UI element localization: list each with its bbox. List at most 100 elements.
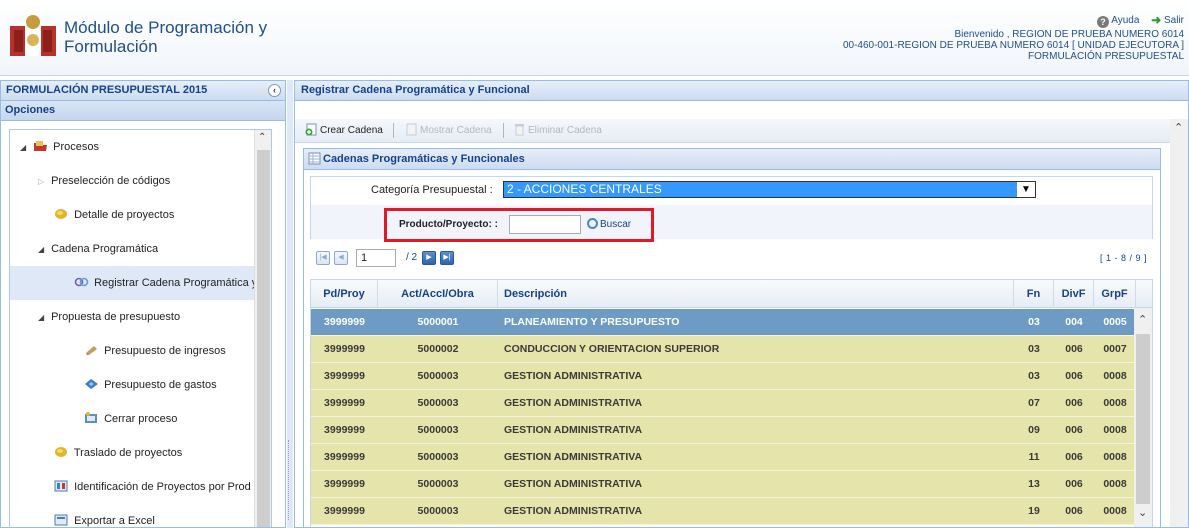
sidebar-item-propuesta-presupuesto[interactable]: ◢ Propuesta de presupuesto	[38, 300, 260, 334]
sidebar-item-presupuesto-ingresos[interactable]: Presupuesto de ingresos	[84, 334, 260, 368]
table-row[interactable]: 3999999 5000003 GESTION ADMINISTRATIVA 09 00…	[311, 417, 1136, 444]
cell-grp: 0008	[1103, 451, 1127, 463]
splitter-grip[interactable]	[288, 440, 291, 520]
cell-desc: CONDUCCION Y ORIENTACION SUPERIOR	[504, 343, 720, 355]
cell-fn: 03	[1028, 370, 1040, 382]
help-link[interactable]: ? Ayuda	[1097, 15, 1139, 28]
sidebar-item-cerrar-proceso[interactable]: Cerrar proceso	[84, 402, 260, 436]
expanded-arrow-icon[interactable]: ◢	[38, 301, 48, 335]
col-pd-proy[interactable]: Pd/Proy	[311, 280, 378, 308]
chains-panel: Cadenas Programáticas y Funcionales Cate…	[303, 148, 1161, 527]
collapse-sidebar-icon[interactable]: ‹	[268, 84, 281, 97]
trash-icon	[515, 124, 524, 136]
table-row[interactable]: 3999999 5000003 GESTION ADMINISTRATIVA 03 00…	[311, 363, 1136, 390]
options-title: Opciones	[1, 101, 285, 121]
last-page-icon[interactable]: ▶|	[440, 251, 454, 265]
table-row[interactable]: 3999999 5000001 PLANEAMIENTO Y PRESUPUESTO…	[311, 309, 1136, 336]
sidebar-item-detalle-proyectos[interactable]: Detalle de proyectos	[54, 198, 260, 232]
table-row[interactable]: 3999999 5000003 GESTION ADMINISTRATIVA 11 00…	[311, 444, 1136, 471]
sidebar-item-label: Propuesta de presupuesto	[51, 311, 181, 323]
prev-page-icon[interactable]: ◀	[334, 251, 348, 265]
sidebar-item-label: Detalle de proyectos	[74, 209, 175, 221]
sidebar-item-label: Procesos	[53, 141, 99, 153]
scroll-up-icon[interactable]: ⌃	[258, 132, 266, 143]
cell-div: 006	[1065, 397, 1083, 409]
sidebar-item-identificacion-proyectos[interactable]: Identificación de Proyectos por Prod	[54, 470, 260, 504]
cell-fn: 13	[1028, 478, 1040, 490]
product-input[interactable]	[509, 215, 581, 234]
search-highlight-box: Producto/Proyecto: : Buscar	[384, 208, 654, 242]
record-range: [ 1 - 8 / 9 ]	[1099, 253, 1147, 263]
sidebar-item-procesos[interactable]: ◢ Procesos	[20, 130, 260, 164]
main-scrollbar[interactable]: ⌃	[1170, 119, 1188, 527]
delete-chain-button[interactable]: Eliminar Cadena	[513, 123, 602, 138]
search-icon	[587, 218, 598, 229]
cell-desc: GESTION ADMINISTRATIVA	[504, 478, 643, 490]
sidebar-scrollbar[interactable]: ⌃	[254, 130, 271, 527]
chevron-down-icon[interactable]: ▼	[1018, 182, 1034, 197]
sidebar-item-preseleccion[interactable]: ▷ Preselección de códigos	[38, 164, 260, 198]
main-panel: Registrar Cadena Programática y Funciona…	[294, 80, 1189, 528]
sidebar-item-label: Cadena Programática	[51, 243, 159, 255]
sidebar-title-text: FORMULACIÓN PRESUPUESTAL 2015	[6, 84, 208, 96]
col-divf[interactable]: DivF	[1054, 280, 1094, 308]
chains-grid: Pd/Proy Act/AccI/Obra Descripción Fn Div…	[310, 279, 1153, 527]
search-label: Buscar	[600, 219, 632, 230]
sidebar-item-registrar-cadena[interactable]: Registrar Cadena Programática y	[10, 266, 257, 300]
cell-act: 5000003	[417, 424, 459, 436]
cell-div: 006	[1065, 478, 1083, 490]
table-row[interactable]: 3999999 5000003 GESTION ADMINISTRATIVA 13 00…	[311, 471, 1136, 498]
scrollbar-thumb[interactable]	[257, 150, 270, 527]
collapsed-arrow-icon[interactable]: ▷	[38, 165, 48, 199]
cell-pd: 3999999	[324, 397, 365, 409]
scrollbar-thumb[interactable]	[1136, 334, 1150, 504]
scroll-up-icon[interactable]: ⌃	[1138, 313, 1147, 326]
show-chain-label: Mostrar Cadena	[420, 125, 492, 136]
table-row[interactable]: 3999999 5000003 GESTION ADMINISTRATIVA 07 00…	[311, 390, 1136, 417]
show-chain-button[interactable]: Mostrar Cadena	[405, 123, 492, 138]
cell-desc: GESTION ADMINISTRATIVA	[504, 370, 643, 382]
cell-pd: 3999999	[324, 370, 365, 382]
col-grpf[interactable]: GrpF	[1094, 280, 1136, 308]
cell-div: 006	[1065, 424, 1083, 436]
page-total: / 2	[406, 252, 418, 263]
create-chain-label: Crear Cadena	[320, 125, 383, 136]
col-fn[interactable]: Fn	[1014, 280, 1054, 308]
scroll-down-icon[interactable]: ⌄	[1138, 506, 1147, 519]
document-icon	[55, 209, 67, 219]
expanded-arrow-icon[interactable]: ◢	[38, 233, 48, 267]
sidebar-item-presupuesto-gastos[interactable]: Presupuesto de gastos	[84, 368, 260, 402]
col-act[interactable]: Act/AccI/Obra	[378, 280, 498, 308]
col-descripcion[interactable]: Descripción	[498, 280, 1014, 308]
exit-link[interactable]: ➜ Salir	[1148, 14, 1184, 26]
category-selected-value: 2 - ACCIONES CENTRALES	[504, 182, 1017, 197]
toolbar-separator	[503, 123, 504, 138]
exit-icon: ➜	[1151, 13, 1162, 27]
welcome-text: Bienvenido , REGION DE PRUEBA NUMERO 601…	[954, 29, 1184, 40]
cell-act: 5000003	[417, 505, 459, 517]
page-input[interactable]: 1	[356, 249, 396, 267]
toolbar: Crear Cadena Mostrar Cadena Eliminar Cad…	[295, 119, 1170, 143]
category-select[interactable]: 2 - ACCIONES CENTRALES ▼	[503, 181, 1036, 198]
sidebar-item-exportar-excel[interactable]: Exportar a Excel	[54, 504, 260, 527]
cell-grp: 0008	[1103, 370, 1127, 382]
cell-fn: 03	[1028, 343, 1040, 355]
next-page-icon[interactable]: ▶	[422, 251, 436, 265]
table-row[interactable]: 3999999 5000003 GESTION ADMINISTRATIVA 19 00…	[311, 498, 1136, 525]
scroll-up-icon[interactable]: ⌃	[1174, 121, 1183, 134]
sidebar-title: FORMULACIÓN PRESUPUESTAL 2015 ‹	[1, 81, 285, 101]
cell-pd: 3999999	[324, 343, 365, 355]
add-icon	[305, 123, 317, 136]
first-page-icon[interactable]: |◀	[316, 251, 330, 265]
expanded-arrow-icon[interactable]: ◢	[20, 131, 30, 165]
panel-splitter[interactable]	[287, 80, 293, 528]
cell-desc: GESTION ADMINISTRATIVA	[504, 397, 643, 409]
sidebar-item-traslado-proyectos[interactable]: Traslado de proyectos	[54, 436, 260, 470]
table-row[interactable]: 3999999 5000002 CONDUCCION Y ORIENTACION S…	[311, 336, 1136, 363]
grid-scrollbar[interactable]: ⌃ ⌄	[1134, 308, 1152, 527]
create-chain-button[interactable]: Crear Cadena	[305, 123, 383, 138]
close-process-icon	[85, 412, 97, 423]
sidebar-item-cadena-programatica[interactable]: ◢ Cadena Programática	[38, 232, 260, 266]
search-button[interactable]: Buscar	[587, 218, 631, 230]
module-text: FORMULACIÓN PRESUPUESTAL	[1028, 51, 1184, 62]
